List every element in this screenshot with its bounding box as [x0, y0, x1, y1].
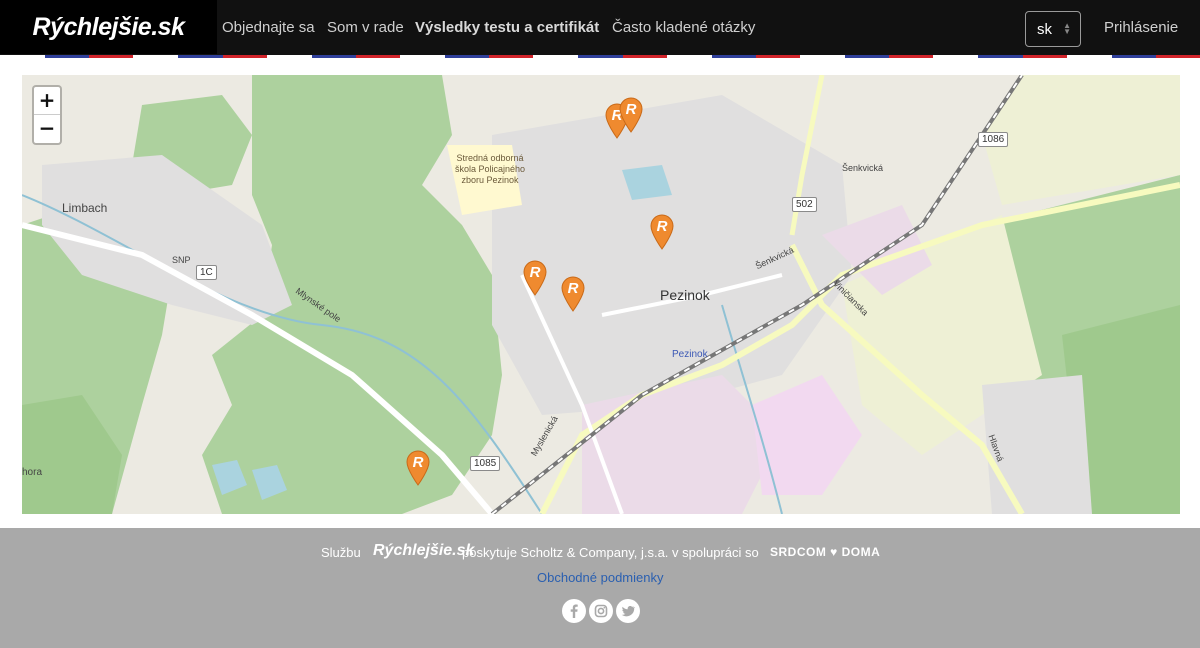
nav-results[interactable]: Výsledky testu a certifikát [415, 19, 599, 36]
svg-text:R: R [626, 101, 637, 118]
language-select[interactable]: sk ▲ ▼ [1025, 11, 1081, 47]
language-value: sk [1037, 21, 1052, 38]
nav-queue[interactable]: Som v rade [327, 19, 404, 36]
zoom-control: + − [32, 85, 62, 145]
svg-text:R: R [657, 218, 668, 235]
select-caret-icon: ▲ ▼ [1063, 21, 1071, 36]
footer: Službu Rýchlejšie.sk poskytuje Scholtz &… [0, 528, 1200, 648]
map-label-station: Pezinok [672, 349, 708, 360]
top-navbar: Rýchlejšie.sk Objednajte sa Som v rade V… [0, 0, 1200, 56]
footer-provider-text: poskytuje Scholtz & Company, j.s.a. v sp… [462, 545, 759, 560]
testing-site-marker-icon[interactable]: R [405, 450, 431, 486]
login-link[interactable]: Prihlásenie [1104, 19, 1178, 36]
brand-logo-text[interactable]: Rýchlejšie.sk [33, 13, 185, 42]
map-label-town: Pezinok [660, 287, 710, 303]
road-number-badge: 1086 [978, 132, 1009, 147]
footer-brand-logo: Rýchlejšie.sk [373, 542, 475, 559]
partner-logo[interactable]: SRDCOM ♥ DOMA [770, 545, 880, 559]
map-view[interactable]: Pezinok Pezinok Limbach Stredná odborná … [22, 75, 1180, 514]
road-number-badge: 502 [792, 197, 817, 212]
testing-site-marker-icon[interactable]: R [560, 276, 586, 312]
flag-stripe [0, 54, 1200, 59]
brand-logo[interactable]: Rýchlejšie.sk [0, 0, 217, 54]
testing-site-marker-icon[interactable]: R [522, 260, 548, 296]
nav-order[interactable]: Objednajte sa [222, 19, 315, 36]
road-number-badge: 1085 [470, 456, 501, 471]
road-number-badge: 1C [196, 265, 217, 280]
nav-faq[interactable]: Často kladené otázky [612, 19, 755, 36]
testing-site-marker-icon[interactable]: R [618, 97, 644, 133]
map-label-hora: hora [22, 467, 43, 478]
map-label-school: Stredná odborná škola Policajného zboru … [454, 153, 526, 185]
svg-text:R: R [413, 454, 424, 471]
map-label-street-snp: SNP [172, 255, 191, 265]
facebook-icon[interactable] [562, 599, 586, 623]
map-label-street-senkvicka-top: Šenkvická [842, 163, 884, 173]
zoom-out-button[interactable]: − [34, 115, 60, 143]
testing-site-marker-icon[interactable]: R [649, 214, 675, 250]
instagram-icon[interactable] [589, 599, 613, 623]
map-label-village: Limbach [62, 201, 108, 215]
terms-link[interactable]: Obchodné podmienky [537, 570, 663, 585]
twitter-icon[interactable] [616, 599, 640, 623]
zoom-in-button[interactable]: + [34, 87, 60, 115]
svg-text:R: R [568, 280, 579, 297]
svg-text:R: R [530, 264, 541, 281]
footer-prefix: Službu [321, 545, 361, 560]
